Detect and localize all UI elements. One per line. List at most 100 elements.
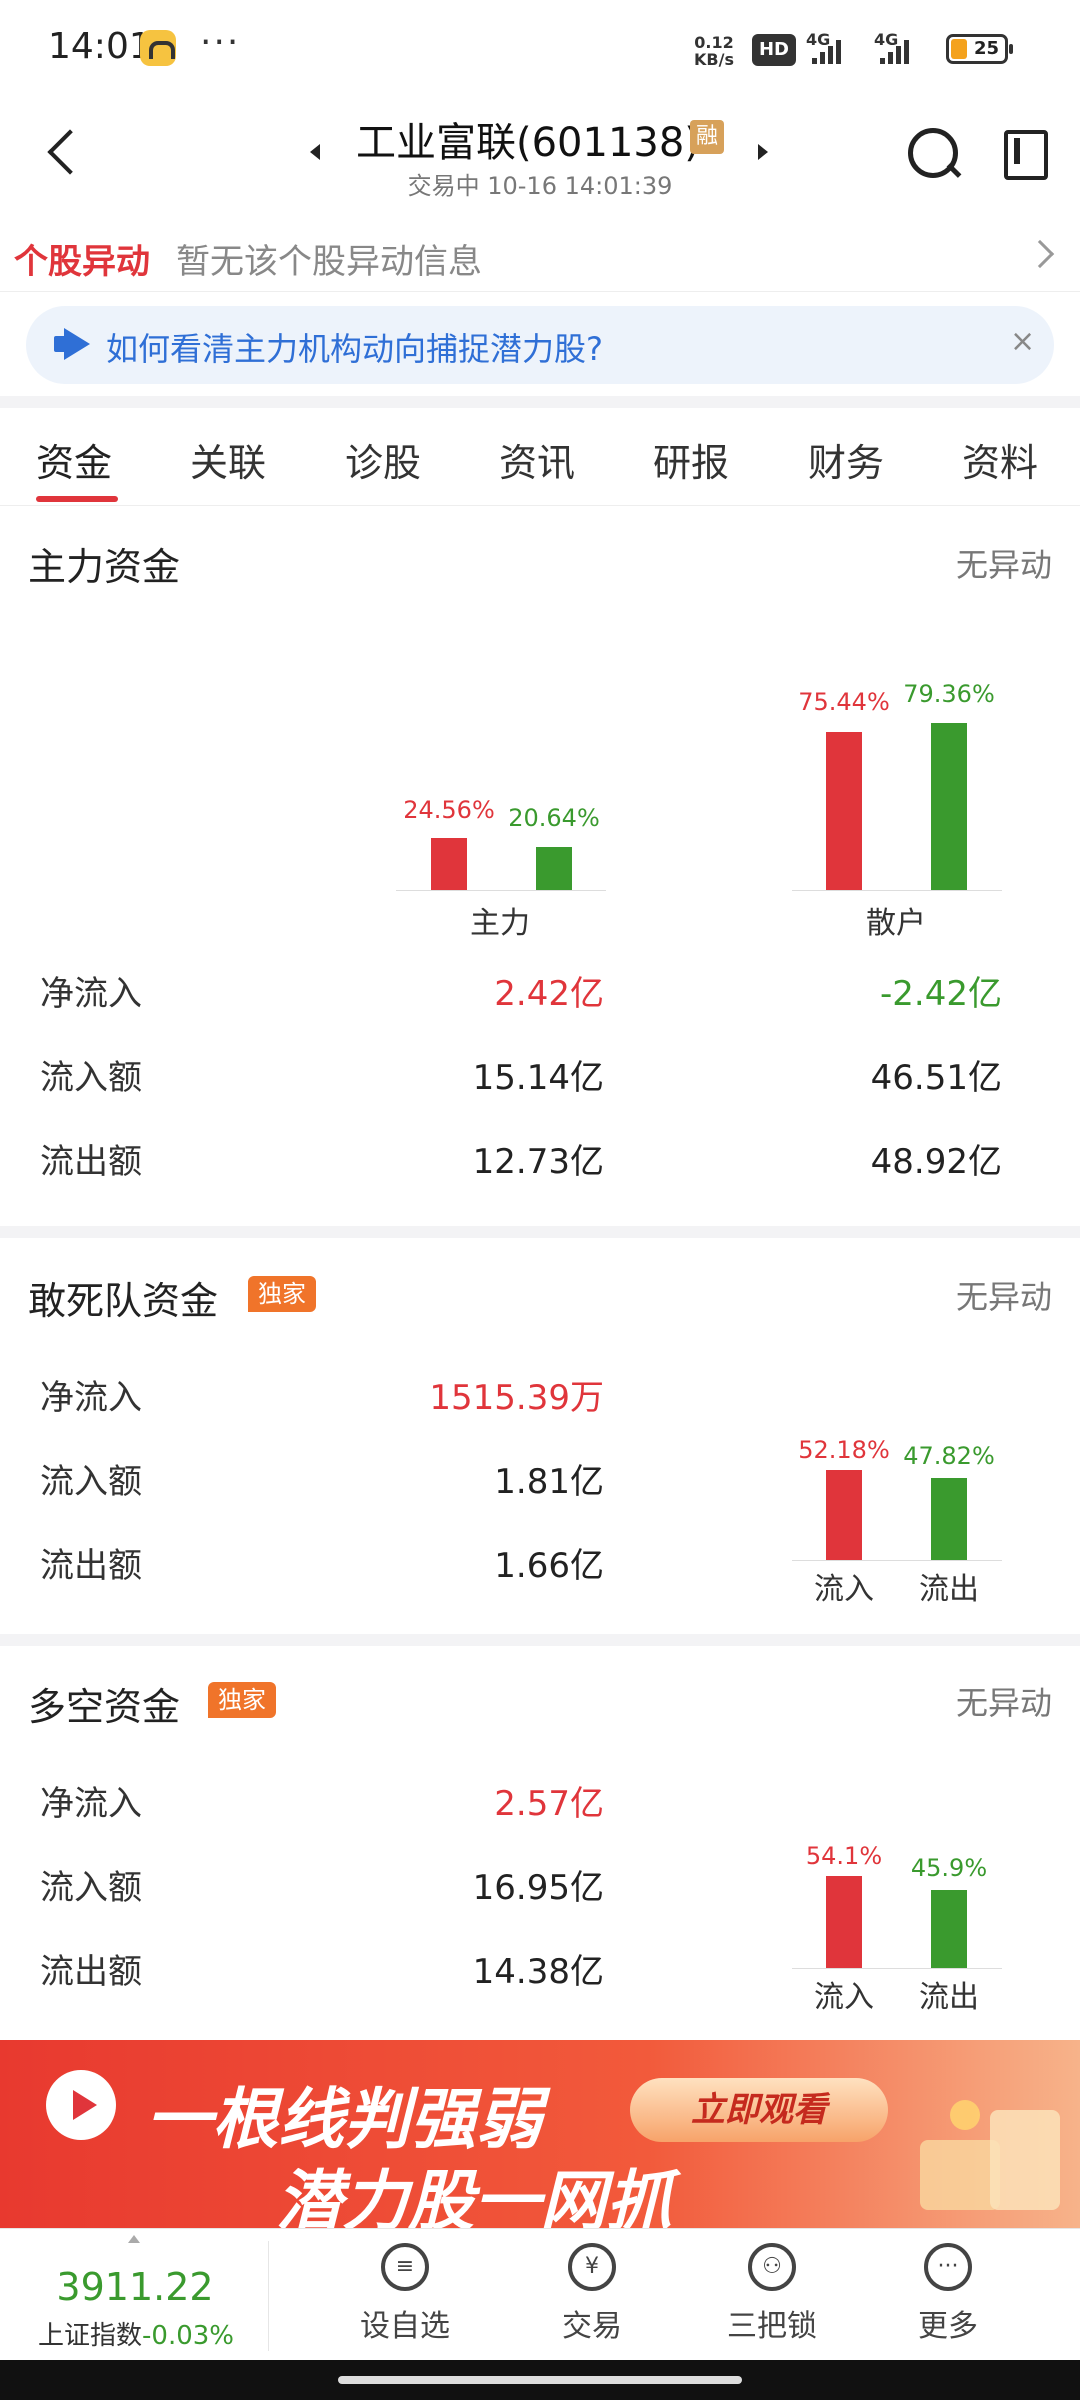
category-label-main: 主力 (470, 906, 530, 941)
tab-diagnosis[interactable]: 诊股 (345, 432, 421, 487)
lock-group-icon: ⚇ (748, 2243, 796, 2291)
signal-icon-2 (880, 36, 909, 64)
tip-text[interactable]: 如何看清主力机构动向捕捉潜力股? (106, 324, 603, 370)
nav-add-watchlist[interactable]: ≡ 设自选 (345, 2243, 465, 2345)
nav-more[interactable]: ··· 更多 (888, 2243, 1008, 2345)
yuan-icon: ¥ (568, 2243, 616, 2291)
retail-outflow-value: 48.92亿 (870, 1142, 1002, 1182)
nav-trade[interactable]: ¥ 交易 (532, 2243, 652, 2345)
net-inflow-label: 净流入 (40, 1784, 142, 1824)
promo-banner[interactable]: 一根线判强弱 潜力股一网抓 立即观看 (0, 2040, 1080, 2228)
more-notifications-icon: ··· (200, 22, 241, 63)
ls-net-inflow-value: 2.57亿 (494, 1784, 604, 1824)
ls-outflow-pct: 45.9% (910, 1854, 988, 1882)
section-status: 无异动 (955, 546, 1052, 584)
tab-research[interactable]: 研报 (653, 432, 729, 487)
retail-inflow-value: 46.51亿 (870, 1058, 1002, 1098)
main-inflow-bar (431, 838, 467, 890)
main-outflow-bar (536, 847, 572, 890)
outflow-category-label: 流出 (919, 1980, 979, 2015)
inflow-category-label: 流入 (814, 1572, 874, 1607)
tab-profile[interactable]: 资料 (962, 432, 1038, 487)
section-status: 无异动 (955, 1684, 1052, 1722)
bottom-nav-bar: 3911.22 上证指数-0.03% ≡ 设自选 ¥ 交易 ⚇ 三把锁 ··· … (0, 2228, 1080, 2360)
chevron-right-icon (1025, 239, 1055, 269)
net-inflow-label: 净流入 (40, 1378, 142, 1418)
close-icon[interactable]: × (1010, 324, 1035, 359)
alert-tag: 个股异动 (14, 242, 150, 282)
dare-net-inflow-value: 1515.39万 (429, 1378, 604, 1418)
index-value[interactable]: 3911.22 (40, 2265, 230, 2309)
signal-icon-1 (812, 36, 841, 64)
ls-outflow-bar (931, 1890, 967, 1968)
dare-inflow-pct: 52.18% (798, 1436, 890, 1464)
inflow-label: 流入额 (40, 1462, 142, 1502)
inflow-label: 流入额 (40, 1058, 142, 1098)
nav-label: 更多 (918, 2309, 978, 2344)
tab-news[interactable]: 资讯 (499, 432, 575, 487)
main-inflow-value: 15.14亿 (472, 1058, 604, 1098)
index-info[interactable]: 上证指数-0.03% (38, 2315, 234, 2352)
main-outflow-value: 12.73亿 (472, 1142, 604, 1182)
ls-outflow-value: 14.38亿 (472, 1952, 604, 1992)
divider (0, 1634, 1080, 1646)
watch-now-button[interactable]: 立即观看 (630, 2078, 888, 2142)
share-icon[interactable] (996, 126, 1048, 180)
outflow-label: 流出额 (40, 1952, 142, 1992)
list-icon: ≡ (381, 2243, 429, 2291)
net-inflow-label: 净流入 (40, 974, 142, 1014)
tab-related[interactable]: 关联 (190, 432, 266, 487)
retail-outflow-pct: 79.36% (903, 680, 995, 708)
section-status: 无异动 (955, 1278, 1052, 1316)
play-icon (46, 2070, 116, 2140)
hd-voice-icon: HD (752, 34, 796, 66)
tab-funds[interactable]: 资金 (36, 432, 112, 487)
prev-stock-icon[interactable] (310, 144, 320, 160)
home-indicator[interactable] (338, 2376, 742, 2384)
exclusive-badge: 独家 (248, 1276, 316, 1312)
tab-bar: 资金 关联 诊股 资讯 研报 财务 资料 (0, 410, 1080, 506)
exclusive-badge: 独家 (208, 1682, 276, 1718)
ls-inflow-bar (826, 1876, 862, 1968)
outflow-label: 流出额 (40, 1142, 142, 1182)
status-bar: 14:01 ··· 0.12 KB/s HD 4G 4G 25 (0, 0, 1080, 96)
divider (268, 2241, 269, 2351)
main-inflow-pct: 24.56% (403, 796, 495, 824)
app-notification-icon (140, 30, 176, 66)
expand-caret-icon[interactable] (128, 2235, 140, 2243)
status-time: 14:01 (48, 26, 152, 67)
stock-header: 工业富联(601138) 融 交易中 10-16 14:01:39 (0, 96, 1080, 212)
system-nav-bar (0, 2360, 1080, 2400)
retail-outflow-bar (931, 723, 967, 890)
retail-inflow-bar (826, 732, 862, 890)
stock-alert-row[interactable]: 个股异动 暂无该个股异动信息 (0, 222, 1080, 292)
ls-inflow-pct: 54.1% (805, 1842, 883, 1870)
main-net-inflow-value: 2.42亿 (494, 974, 604, 1014)
nav-label: 三把锁 (727, 2309, 817, 2344)
stock-title: 工业富联(601138) (356, 120, 700, 166)
baseline (792, 890, 1002, 891)
tab-finance[interactable]: 财务 (808, 432, 884, 487)
tip-banner[interactable]: 如何看清主力机构动向捕捉潜力股? × (26, 306, 1054, 384)
baseline (792, 1968, 1002, 1969)
inflow-label: 流入额 (40, 1868, 142, 1908)
dare-outflow-pct: 47.82% (903, 1442, 995, 1470)
nav-label: 交易 (562, 2309, 622, 2344)
next-stock-icon[interactable] (758, 144, 768, 160)
megaphone-icon (54, 328, 92, 360)
baseline (396, 890, 606, 891)
network-speed: 0.12 KB/s (694, 33, 734, 69)
inflow-category-label: 流入 (814, 1980, 874, 2015)
outflow-label: 流出额 (40, 1546, 142, 1586)
divider (0, 1226, 1080, 1238)
main-outflow-pct: 20.64% (508, 804, 600, 832)
more-icon: ··· (924, 2243, 972, 2291)
index-change: -0.03% (142, 2321, 234, 2351)
nav-three-locks[interactable]: ⚇ 三把锁 (712, 2243, 832, 2345)
search-icon[interactable] (902, 122, 964, 184)
baseline (792, 1560, 1002, 1561)
nav-label: 设自选 (360, 2309, 450, 2344)
ls-inflow-value: 16.95亿 (472, 1868, 604, 1908)
category-label-retail: 散户 (866, 906, 926, 941)
promo-subheadline: 潜力股一网抓 (276, 2163, 672, 2228)
